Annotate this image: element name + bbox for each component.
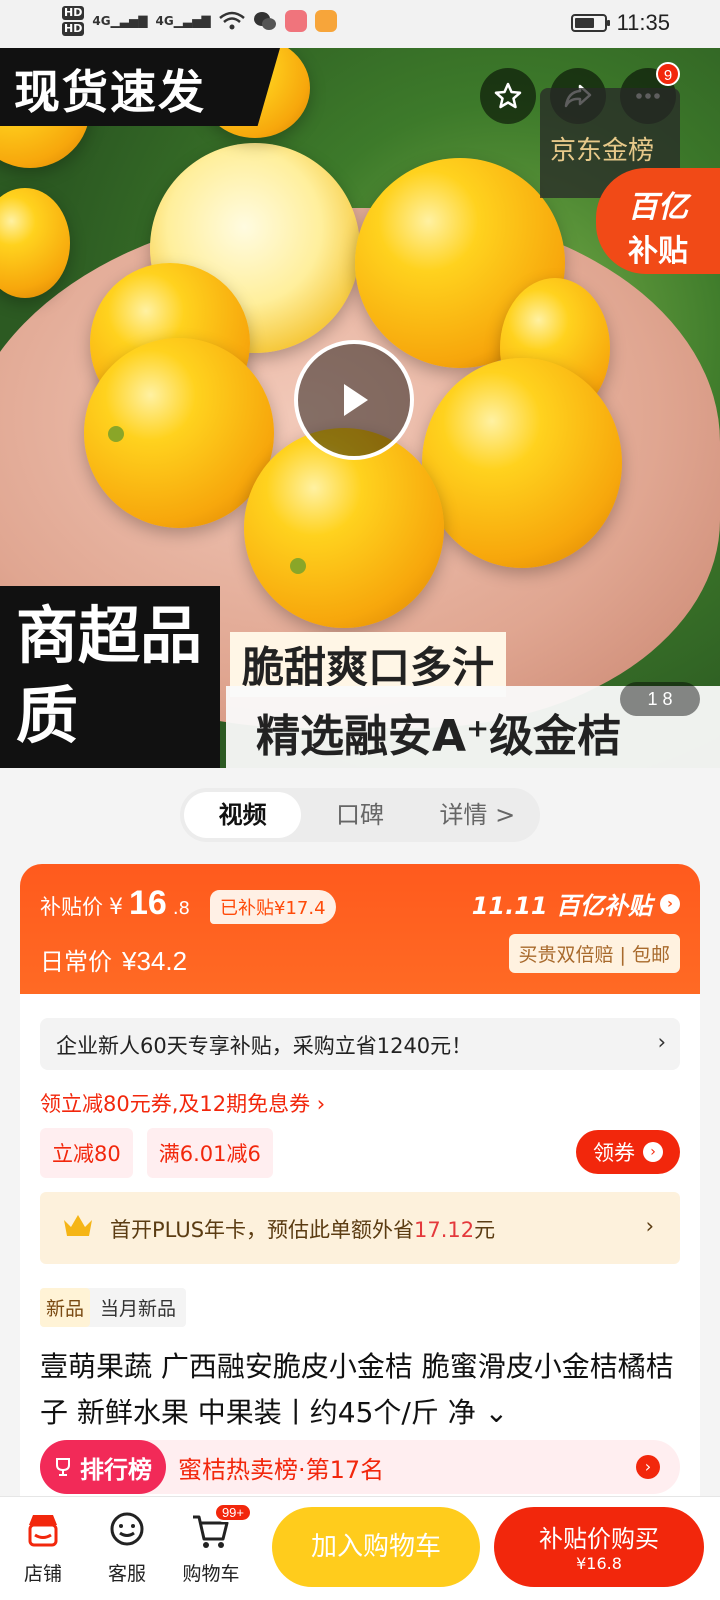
status-right: 11:35 xyxy=(570,10,670,36)
favorite-button[interactable] xyxy=(480,68,536,124)
guarantee-badge: 买贵双倍赔 | 包邮 xyxy=(508,934,680,973)
enterprise-notice-text: 企业新人60天专享补贴，采购立省1240元！ xyxy=(56,1034,473,1058)
fruit-illustration xyxy=(422,358,622,568)
event-logo: 11.11 百亿补贴 xyxy=(471,892,652,920)
shop-icon xyxy=(28,1515,58,1547)
coupon-chips: 立减80 满6.01减6 xyxy=(40,1128,273,1178)
fruit-illustration xyxy=(0,188,70,298)
plus-text: 首开PLUS年卡，预估此单额外省 xyxy=(110,1218,415,1242)
battery-icon xyxy=(570,14,610,32)
get-coupon-label: 领券 xyxy=(593,1141,635,1165)
status-left: HD HD 4G▁▃▅▇ 4G▁▃▅▇ xyxy=(62,6,337,36)
event-logo-link[interactable]: 11.11 百亿补贴 › xyxy=(472,886,680,921)
shop-button[interactable]: 店铺 xyxy=(8,1509,78,1586)
wechat-icon xyxy=(253,12,276,30)
subsidy-badge-line2: 补贴 xyxy=(628,234,688,269)
status-bar: HD HD 4G▁▃▅▇ 4G▁▃▅▇ 11:35 xyxy=(0,0,720,48)
subsidy-badge: 百亿 补贴 xyxy=(596,168,720,274)
message-count-badge: 9 xyxy=(656,62,680,86)
product-title[interactable]: 壹萌果蔬 广西融安脆皮小金桔 脆蜜滑皮小金桔橘桔子 新鲜水果 中果装丨约45个/… xyxy=(40,1344,680,1436)
daily-price-row: 日常价 ¥34.2 xyxy=(40,942,187,977)
app-notification-icon-2 xyxy=(314,10,337,32)
app-notification-icon-1 xyxy=(284,10,307,32)
enterprise-notice[interactable]: 企业新人60天专享补贴，采购立省1240元！ › xyxy=(40,1018,680,1070)
chevron-right-icon: › xyxy=(645,1214,654,1238)
subsidy-price-dec: .8 xyxy=(172,898,191,919)
chevron-right-icon: › xyxy=(657,1030,666,1054)
subsidy-price-label: 补贴价 xyxy=(40,895,103,919)
play-video-button[interactable] xyxy=(294,340,414,460)
play-icon xyxy=(344,384,368,416)
plus-membership-row[interactable]: 首开PLUS年卡，预估此单额外省17.12元 › xyxy=(40,1192,680,1264)
hd-indicators: HD HD xyxy=(62,6,85,36)
tab-video[interactable]: 视频 xyxy=(184,792,302,838)
tab-details[interactable]: 详情 > xyxy=(419,792,536,838)
ranking-label-text: 排行榜 xyxy=(80,1455,152,1484)
currency-symbol: ¥ xyxy=(109,895,123,920)
new-product-tag: 新品 当月新品 xyxy=(40,1288,187,1327)
subsidized-amount-tag: 已补贴¥17.4 xyxy=(210,890,336,924)
content-tabs: 视频 口碑 详情 > xyxy=(180,788,540,842)
ranking-label: 排行榜 xyxy=(40,1440,166,1494)
banner-quality: 商超品质 xyxy=(0,586,220,768)
add-to-cart-button[interactable]: 加入购物车 xyxy=(272,1507,480,1587)
fruit-illustration xyxy=(84,338,274,528)
subsidy-price-int: 16 xyxy=(129,884,167,922)
trophy-icon xyxy=(56,1458,70,1476)
wifi-icon xyxy=(218,11,245,30)
chevron-right-icon: › xyxy=(643,1142,663,1162)
coupon-chip[interactable]: 立减80 xyxy=(40,1128,133,1178)
cart-label: 购物车 xyxy=(182,1563,240,1585)
new-badge-text: 当月新品 xyxy=(100,1298,177,1320)
subsidy-price-row: 补贴价 ¥16.8 已补贴¥17.4 xyxy=(40,884,336,924)
buy-now-button[interactable]: 补贴价购买 ¥16.8 xyxy=(494,1507,704,1587)
hd-indicator-2: HD xyxy=(62,22,85,36)
daily-price-value: ¥34.2 xyxy=(122,946,188,976)
buy-now-price: ¥16.8 xyxy=(576,1554,622,1573)
coupon-chip[interactable]: 满6.01减6 xyxy=(146,1128,273,1178)
bottom-action-bar: 店铺 客服 购物车 99+ 加入购物车 补贴价购买 ¥16.8 xyxy=(0,1496,720,1600)
chevron-right-icon: › xyxy=(660,893,680,914)
cart-button[interactable]: 购物车 99+ xyxy=(176,1503,252,1586)
signal-icon-2: 4G▁▃▅▇ xyxy=(155,14,211,28)
crown-icon xyxy=(64,1215,92,1236)
price-header: 补贴价 ¥16.8 已补贴¥17.4 日常价 ¥34.2 11.11 百亿补贴 … xyxy=(20,864,700,994)
plus-suffix: 元 xyxy=(474,1218,496,1242)
tab-reviews[interactable]: 口碑 xyxy=(301,792,418,838)
chevron-right-icon: › xyxy=(636,1455,660,1479)
new-badge: 新品 xyxy=(40,1288,91,1327)
buy-now-label: 补贴价购买 xyxy=(539,1525,659,1553)
signal-icon-1: 4G▁▃▅▇ xyxy=(92,14,148,28)
service-label: 客服 xyxy=(107,1563,146,1585)
coupon-link[interactable]: 领立减80元券,及12期免息券 › xyxy=(40,1088,325,1118)
customer-service-button[interactable]: 客服 xyxy=(92,1509,162,1586)
ranking-text: 蜜桔热卖榜·第17名 xyxy=(178,1455,385,1484)
cart-count-badge: 99+ xyxy=(213,1503,252,1522)
subsidy-badge-line1: 百亿 xyxy=(628,190,688,225)
ranking-row[interactable]: 排行榜 蜜桔热卖榜·第17名 › xyxy=(40,1440,680,1494)
product-hero-image[interactable]: 现货速发 9 京东金榜 百亿 补贴 商超品质 脆甜爽口多汁 精选融安A⁺级金桔 … xyxy=(0,48,720,768)
price-card: 补贴价 ¥16.8 已补贴¥17.4 日常价 ¥34.2 11.11 百亿补贴 … xyxy=(20,864,700,1584)
service-icon xyxy=(110,1512,144,1546)
star-icon xyxy=(494,82,522,109)
clock: 11:35 xyxy=(616,10,670,35)
hd-indicator-1: HD xyxy=(62,6,85,20)
plus-amount: 17.12 xyxy=(414,1218,475,1242)
back-button[interactable] xyxy=(20,70,76,126)
shop-label: 店铺 xyxy=(23,1563,62,1585)
get-coupon-button[interactable]: 领券 › xyxy=(576,1130,680,1174)
back-arrow-icon xyxy=(39,86,54,110)
daily-price-label: 日常价 xyxy=(40,948,112,976)
image-pager: 1 8 xyxy=(620,682,700,716)
